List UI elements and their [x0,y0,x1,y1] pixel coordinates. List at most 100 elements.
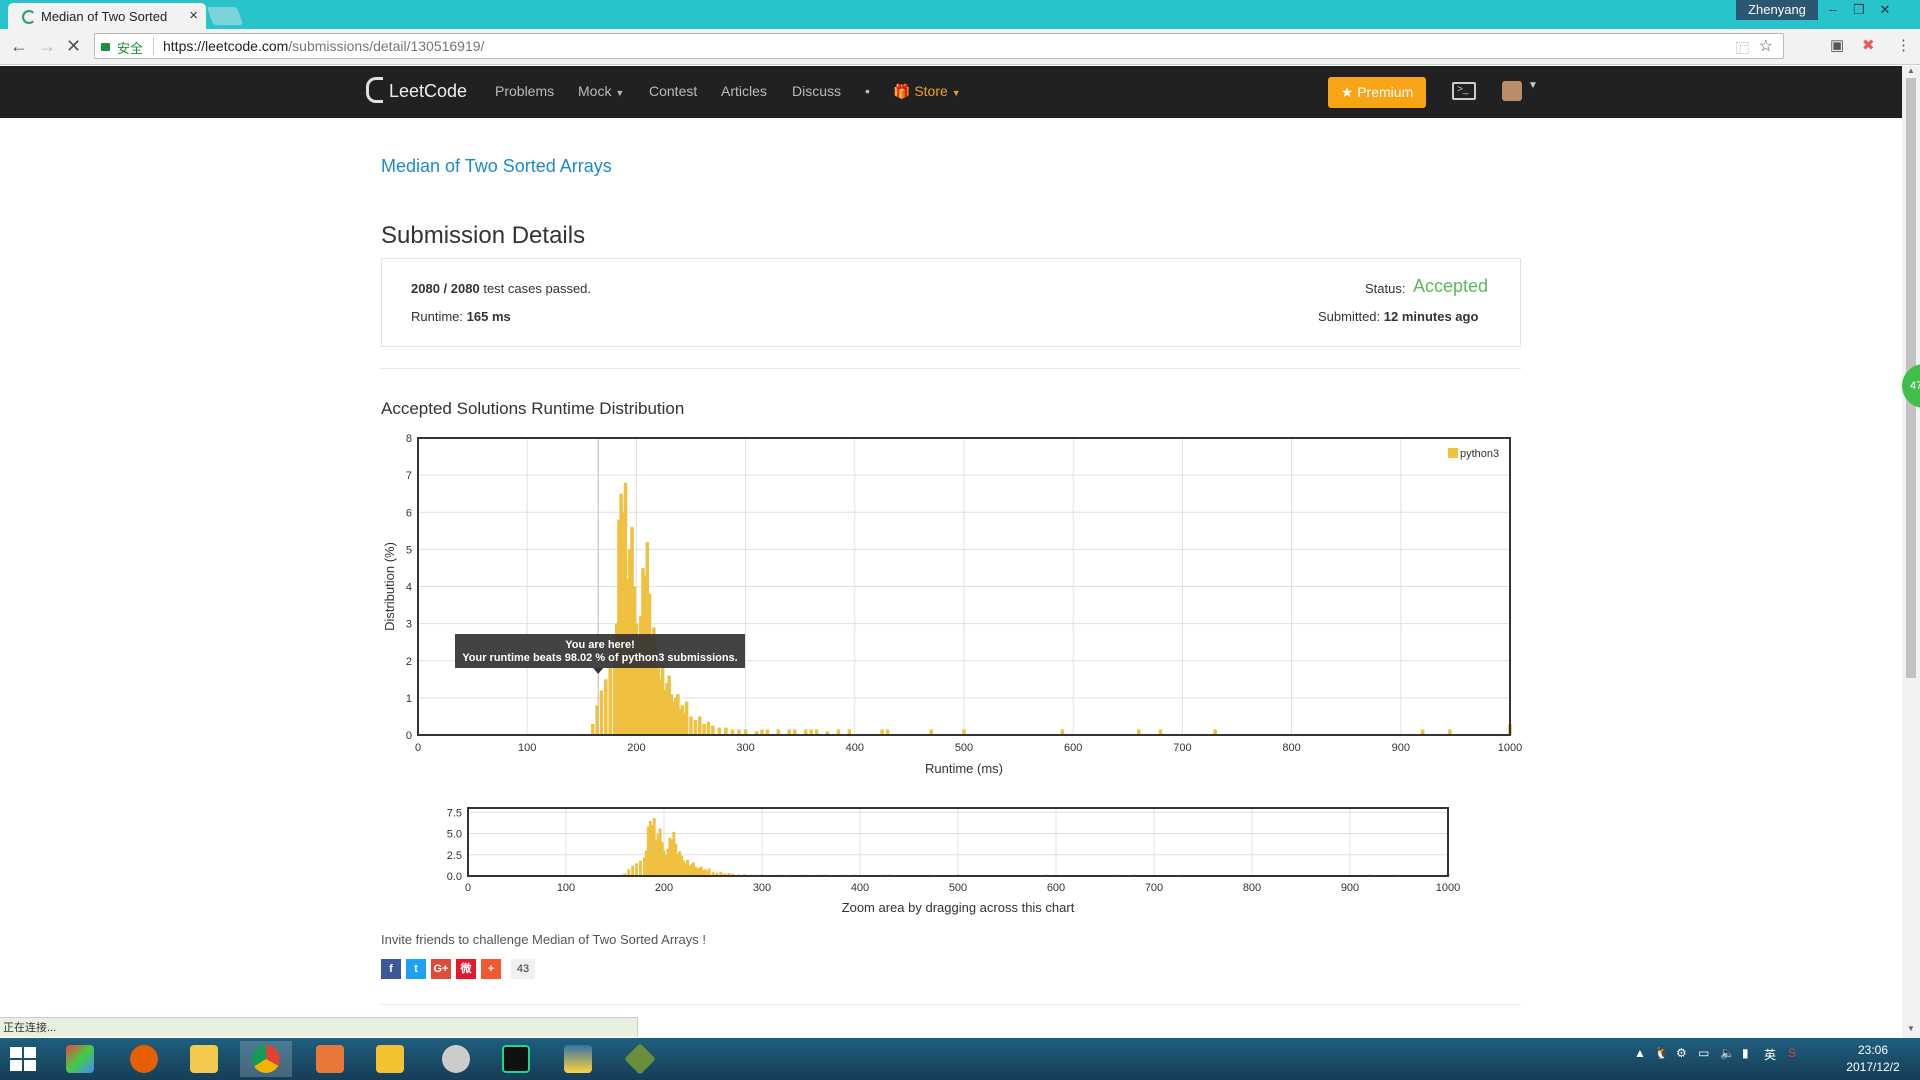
x-tick-label: 300 [753,882,771,894]
adblock-icon[interactable]: ✖ [1862,36,1875,54]
taskbar-file-explorer[interactable] [178,1041,230,1077]
taskbar-python[interactable] [552,1041,604,1077]
minimize-icon[interactable]: – [1820,0,1846,20]
taskbar-pycharm[interactable] [490,1041,542,1077]
divider [381,1004,1521,1005]
menu-icon[interactable]: ⋮ [1896,36,1911,54]
taskbar-app-colorful[interactable] [54,1041,106,1077]
extension-icon[interactable]: ▣ [1830,36,1844,54]
y-tick-label: 0.0 [447,871,462,883]
x-tick-label: 0 [415,742,421,754]
premium-button[interactable]: ★ Premium [1328,77,1426,108]
y-tick-label: 7.5 [447,807,462,819]
submitted-value: 12 minutes ago [1383,309,1479,324]
nav-dot: • [865,83,870,99]
system-clock[interactable]: 23:06 2017/12/2 [1842,1042,1904,1076]
legend-label: python3 [1460,448,1499,460]
status-label: Status: [1365,281,1406,296]
x-axis-label: Runtime (ms) [925,761,1003,776]
new-tab-button[interactable] [206,7,244,25]
windows-logo-icon [24,1060,36,1071]
stop-icon[interactable]: ✕ [66,36,81,57]
taskbar-firefox[interactable] [118,1041,170,1077]
chart-bar [635,863,639,876]
leetcode-logo[interactable]: LeetCode [366,77,468,105]
taskbar-app-yellow[interactable] [364,1041,416,1077]
close-tab-icon[interactable]: × [189,7,198,24]
nav-mock-label: Mock [578,83,612,99]
x-tick-label: 100 [557,882,575,894]
chart-bar [706,722,711,735]
translate-icon[interactable]: ⿸ [1736,38,1749,57]
page-scrollbar[interactable]: ▲ ▼ [1902,66,1920,1038]
sogou-icon[interactable]: S [1788,1046,1796,1060]
status-badge: Accepted [1413,276,1489,296]
chart-bar [684,701,689,735]
taskbar-app-penguin[interactable] [430,1041,482,1077]
share-count: 43 [511,959,535,979]
ime-indicator[interactable]: 英 [1764,1046,1776,1063]
qq-icon[interactable]: 🐧 [1654,1046,1669,1060]
tray-expand-icon[interactable]: ▲ [1634,1046,1646,1060]
tab-title: Median of Two Sorted [41,9,168,24]
folder-icon [190,1045,218,1073]
nav-store[interactable]: 🎁 Store ▼ [893,83,961,100]
x-tick-label: 600 [1047,882,1065,894]
taskbar-chrome[interactable] [240,1041,292,1077]
url-path: /submissions/detail/130516919/ [288,38,485,54]
tray-app-icon[interactable]: ⚙ [1676,1046,1687,1060]
chart-bar [631,865,635,876]
window-user-badge[interactable]: Zhenyang [1736,0,1818,20]
nav-problems[interactable]: Problems [495,83,554,99]
taskbar-app-diamond[interactable] [614,1041,666,1077]
volume-icon[interactable]: 🔈 [1720,1046,1735,1060]
url-input[interactable]: 安全 https://leetcode.com/submissions/deta… [94,33,1784,59]
caret-down-icon[interactable]: ▼ [1528,80,1538,91]
x-tick-label: 800 [1282,742,1300,754]
scroll-up-icon[interactable]: ▲ [1907,66,1915,75]
x-tick-label: 200 [655,882,673,894]
battery-icon[interactable]: ▮ [1742,1046,1749,1060]
more-share-icon[interactable]: + [481,959,501,979]
chart-bar [707,868,711,876]
nav-articles[interactable]: Articles [721,83,767,99]
nav-contest[interactable]: Contest [649,83,697,99]
weibo-share-icon[interactable]: 微 [456,959,476,979]
x-tick-label: 700 [1173,742,1191,754]
logo-text: LeetCode [389,80,468,101]
nav-discuss[interactable]: Discuss [792,83,841,99]
avatar[interactable] [1502,81,1522,101]
taskbar-pdf-app[interactable] [304,1041,356,1077]
console-icon[interactable]: >_ [1452,82,1476,100]
twitter-share-icon[interactable]: t [406,959,426,979]
x-tick-label: 700 [1145,882,1163,894]
lock-icon [101,43,110,51]
start-button[interactable] [10,1047,36,1071]
python-icon [564,1045,592,1073]
google-plus-share-icon[interactable]: G+ [431,959,451,979]
nav-mock[interactable]: Mock ▼ [578,83,624,99]
y-tick-label: 2.5 [447,850,462,862]
chart-bar [697,716,702,735]
divider [381,368,1521,369]
y-tick-label: 4 [406,582,412,594]
x-tick-label: 500 [949,882,967,894]
tab-active[interactable]: Median of Two Sorted × [8,3,206,29]
nav-store-label: Store [914,83,948,99]
scroll-down-icon[interactable]: ▼ [1907,1024,1915,1033]
network-icon[interactable]: ▭ [1698,1046,1709,1060]
chart-bar [702,723,706,735]
zoom-navigator-chart[interactable]: 0 100 200 300 400 500 600 700 800 900 1000 0.0 2.5 5.… [430,800,1480,925]
problem-title-link[interactable]: Median of Two Sorted Arrays [381,156,612,177]
y-axis-label: Distribution (%) [382,542,397,631]
restore-icon[interactable]: ❐ [1846,0,1872,20]
loading-spinner-icon [22,10,36,24]
back-icon[interactable]: ← [10,36,28,57]
runtime-distribution-chart[interactable]: 0 100 200 300 400 500 600 700 800 900 1000 0 1 2 3 4 5 6 7… [380,430,1530,780]
close-window-icon[interactable]: ✕ [1872,0,1898,20]
forward-icon[interactable]: → [38,36,56,57]
facebook-share-icon[interactable]: f [381,959,401,979]
y-tick-label: 3 [406,619,412,631]
pdf-icon [316,1045,344,1073]
star-icon[interactable]: ☆ [1759,36,1773,56]
